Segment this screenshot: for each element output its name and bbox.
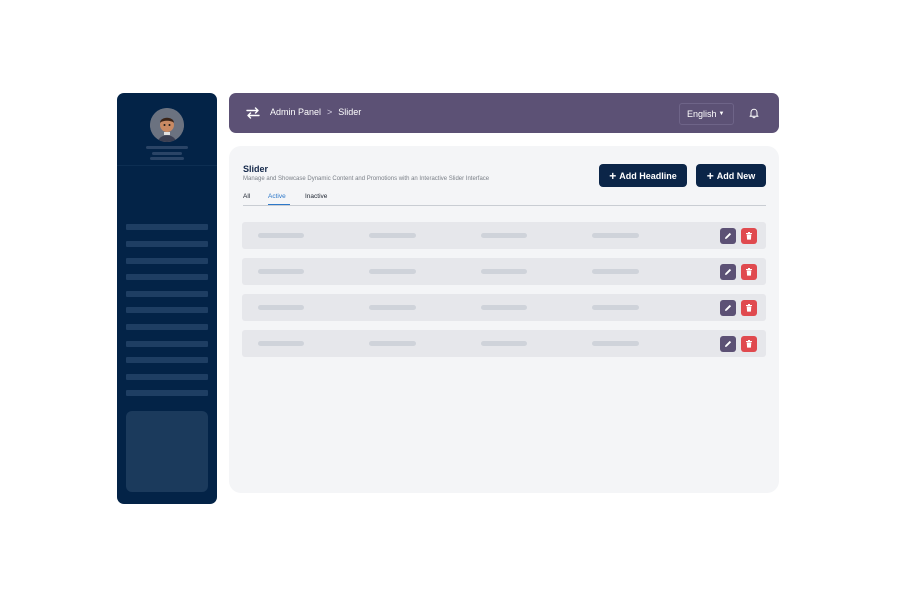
- cell-placeholder: [481, 269, 527, 274]
- profile-name-placeholder: [146, 146, 188, 149]
- caret-down-icon: ▼: [718, 111, 725, 117]
- main-panel: Slider Manage and Showcase Dynamic Conte…: [229, 146, 779, 493]
- table-row: [242, 258, 766, 285]
- cell-placeholder: [369, 269, 416, 274]
- plus-icon: +: [706, 168, 714, 183]
- delete-button[interactable]: [741, 228, 757, 244]
- edit-icon: [725, 340, 732, 347]
- language-select[interactable]: English ▼: [679, 103, 734, 125]
- sidebar-item[interactable]: [126, 390, 208, 396]
- add-headline-label: Add Headline: [619, 170, 677, 181]
- profile-meta-placeholder: [150, 157, 184, 160]
- sidebar-item[interactable]: [126, 258, 208, 264]
- plus-icon: +: [609, 168, 617, 183]
- tab-active[interactable]: Active: [268, 193, 286, 200]
- trash-icon: [746, 304, 752, 312]
- swap-icon[interactable]: [245, 105, 261, 121]
- table-row: [242, 222, 766, 249]
- active-tab-indicator: [268, 204, 290, 205]
- edit-button[interactable]: [720, 228, 736, 244]
- table-row: [242, 330, 766, 357]
- cell-placeholder: [481, 341, 527, 346]
- sidebar-item[interactable]: [126, 341, 208, 347]
- sidebar-item[interactable]: [126, 324, 208, 330]
- page-subtitle: Manage and Showcase Dynamic Content and …: [243, 176, 490, 182]
- page-title: Slider: [243, 164, 269, 174]
- cell-placeholder: [258, 269, 304, 274]
- cell-placeholder: [369, 233, 416, 238]
- cell-placeholder: [592, 233, 639, 238]
- cell-placeholder: [592, 269, 639, 274]
- trash-icon: [746, 268, 752, 276]
- edit-icon: [725, 304, 732, 311]
- trash-icon: [746, 232, 752, 240]
- edit-button[interactable]: [720, 300, 736, 316]
- cell-placeholder: [592, 341, 639, 346]
- cell-placeholder: [592, 305, 639, 310]
- breadcrumb-separator: >: [327, 107, 333, 117]
- sidebar-item[interactable]: [126, 241, 208, 247]
- delete-button[interactable]: [741, 300, 757, 316]
- sidebar-item[interactable]: [126, 291, 208, 297]
- sidebar-item[interactable]: [126, 224, 208, 230]
- cell-placeholder: [258, 233, 304, 238]
- add-headline-button[interactable]: + Add Headline: [599, 164, 687, 187]
- top-bar: Admin Panel > Slider English ▼: [229, 93, 779, 133]
- delete-button[interactable]: [741, 336, 757, 352]
- cell-placeholder: [369, 341, 416, 346]
- sidebar-item[interactable]: [126, 274, 208, 280]
- breadcrumb-slider: Slider: [338, 107, 362, 117]
- sidebar-item[interactable]: [126, 357, 208, 363]
- breadcrumb-admin-panel[interactable]: Admin Panel: [270, 107, 321, 117]
- avatar-image: [150, 108, 184, 142]
- cell-placeholder: [481, 305, 527, 310]
- cell-placeholder: [258, 305, 304, 310]
- language-label: English: [687, 109, 717, 119]
- sidebar-item[interactable]: [126, 374, 208, 380]
- add-new-button[interactable]: + Add New: [696, 164, 766, 187]
- edit-button[interactable]: [720, 336, 736, 352]
- add-new-label: Add New: [716, 170, 756, 181]
- cell-placeholder: [258, 341, 304, 346]
- sidebar-divider: [117, 165, 217, 166]
- cell-placeholder: [481, 233, 527, 238]
- edit-icon: [725, 268, 732, 275]
- breadcrumb: Admin Panel > Slider: [270, 107, 361, 117]
- avatar[interactable]: [150, 108, 184, 142]
- tab-inactive[interactable]: Inactive: [305, 193, 327, 200]
- sidebar-card: [126, 411, 208, 492]
- edit-button[interactable]: [720, 264, 736, 280]
- bell-icon[interactable]: [748, 107, 760, 119]
- edit-icon: [725, 232, 732, 239]
- profile-role-placeholder: [152, 152, 182, 155]
- tab-all[interactable]: All: [243, 193, 250, 200]
- sidebar: [117, 93, 217, 504]
- tab-bar: All Active Inactive: [243, 193, 766, 206]
- table-row: [242, 294, 766, 321]
- trash-icon: [746, 340, 752, 348]
- delete-button[interactable]: [741, 264, 757, 280]
- cell-placeholder: [369, 305, 416, 310]
- sidebar-item[interactable]: [126, 307, 208, 313]
